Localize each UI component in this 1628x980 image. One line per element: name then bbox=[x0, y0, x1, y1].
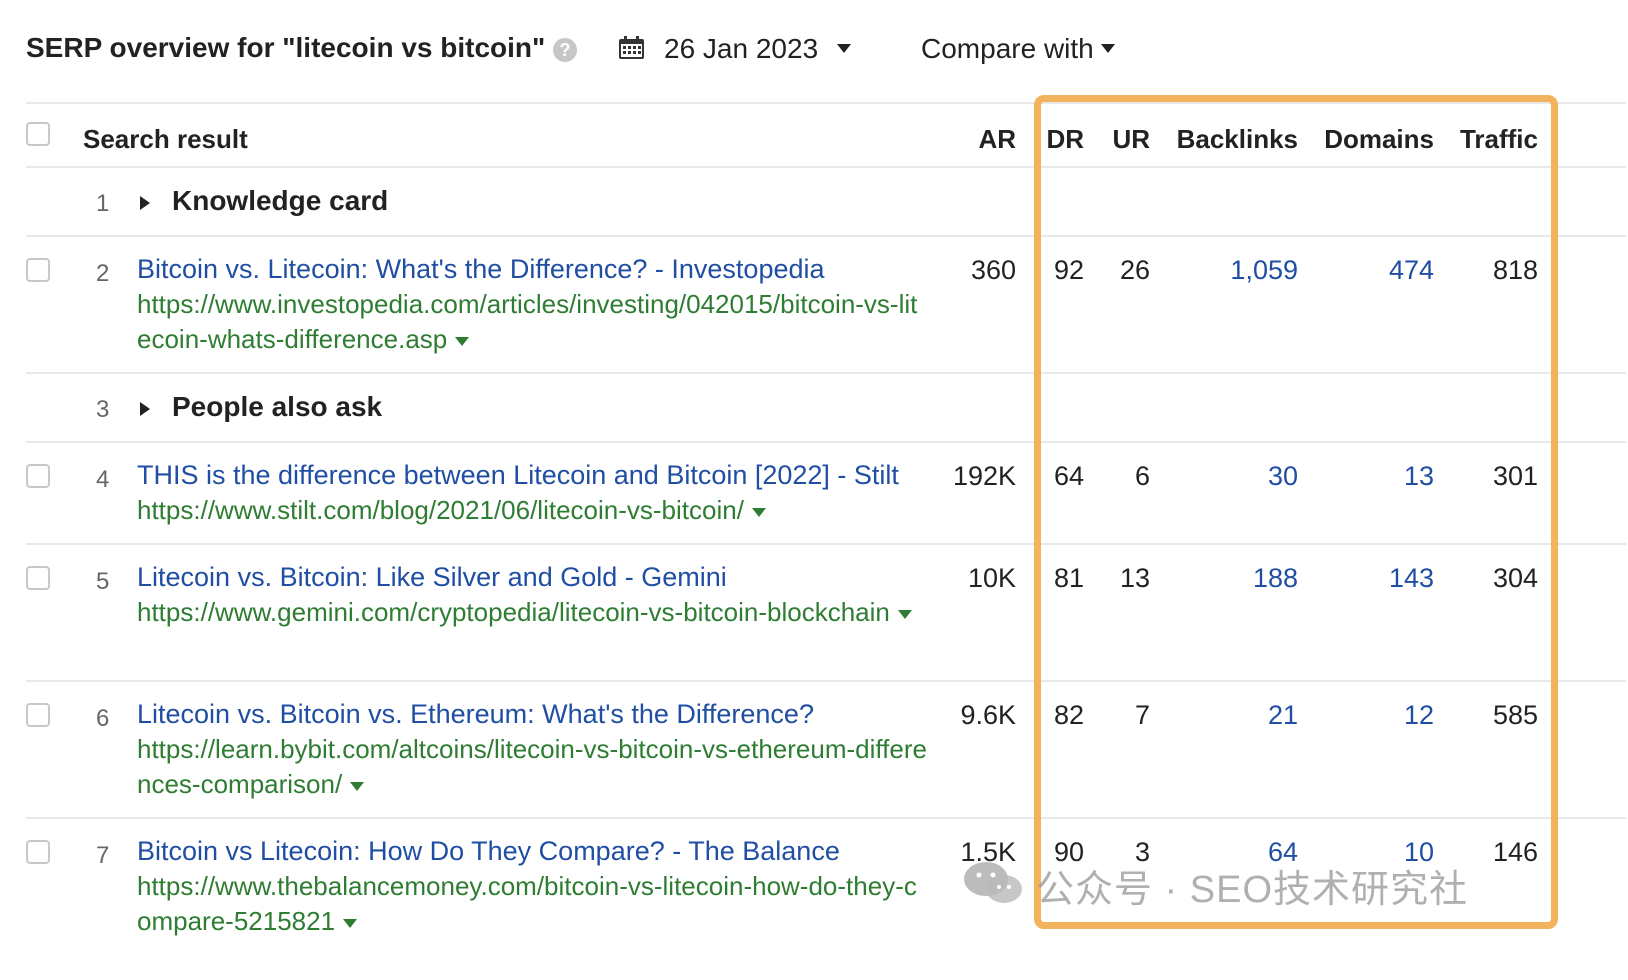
backlinks-link[interactable]: 30 bbox=[1150, 461, 1298, 492]
column-header-backlinks[interactable]: Backlinks bbox=[1150, 124, 1298, 155]
traffic-value: 818 bbox=[1492, 255, 1538, 285]
result-title-link[interactable]: Litecoin vs. Bitcoin: Like Silver and Go… bbox=[137, 562, 727, 593]
dr-value: 64 bbox=[1053, 461, 1084, 491]
result-url-text[interactable]: https://learn.bybit.com/altcoins/litecoi… bbox=[137, 734, 927, 799]
select-all-checkbox[interactable] bbox=[26, 122, 50, 146]
calendar-icon bbox=[619, 36, 644, 59]
row-checkbox[interactable] bbox=[26, 840, 50, 864]
row-checkbox[interactable] bbox=[26, 566, 50, 590]
result-title-link[interactable]: THIS is the difference between Litecoin … bbox=[137, 460, 899, 491]
result-title-link[interactable]: Litecoin vs. Bitcoin vs. Ethereum: What'… bbox=[137, 699, 814, 730]
result-url[interactable]: https://www.thebalancemoney.com/bitcoin-… bbox=[137, 869, 927, 939]
row-checkbox[interactable] bbox=[26, 464, 50, 488]
divider bbox=[26, 372, 1626, 374]
row-position: 6 bbox=[96, 705, 110, 732]
divider bbox=[26, 680, 1626, 682]
page-title: SERP overview for "litecoin vs bitcoin" bbox=[26, 32, 546, 63]
column-header-domains[interactable]: Domains bbox=[1298, 124, 1434, 155]
divider bbox=[26, 543, 1626, 545]
result-url-text[interactable]: https://www.investopedia.com/articles/in… bbox=[137, 289, 917, 354]
column-header-traffic[interactable]: Traffic bbox=[1434, 124, 1538, 155]
domains-link[interactable]: 474 bbox=[1298, 255, 1434, 286]
divider bbox=[26, 102, 1626, 104]
traffic-value: 301 bbox=[1492, 461, 1538, 491]
divider bbox=[26, 166, 1626, 168]
result-url[interactable]: https://www.investopedia.com/articles/in… bbox=[137, 287, 927, 357]
result-url-text[interactable]: https://www.stilt.com/blog/2021/06/litec… bbox=[137, 495, 744, 525]
chevron-down-icon bbox=[837, 44, 851, 53]
ur-value: 6 bbox=[1134, 461, 1150, 491]
column-header-search-result[interactable]: Search result bbox=[83, 124, 248, 155]
compare-with-label: Compare with bbox=[921, 33, 1094, 64]
domains-link[interactable]: 13 bbox=[1298, 461, 1434, 492]
row-position: 7 bbox=[96, 842, 110, 869]
group-label[interactable]: Knowledge card bbox=[172, 185, 388, 217]
caret-down-icon[interactable] bbox=[343, 918, 358, 928]
traffic-value: 304 bbox=[1492, 563, 1538, 593]
row-position: 2 bbox=[96, 260, 110, 287]
ar-value: 9.6K bbox=[960, 700, 1016, 730]
row-checkbox[interactable] bbox=[26, 258, 50, 282]
caret-down-icon[interactable] bbox=[350, 781, 365, 791]
caret-down-icon[interactable] bbox=[751, 507, 766, 517]
divider bbox=[26, 817, 1626, 819]
domains-link[interactable]: 143 bbox=[1298, 563, 1434, 594]
top-bar: SERP overview for "litecoin vs bitcoin" … bbox=[26, 28, 1606, 68]
result-title-link[interactable]: Bitcoin vs Litecoin: How Do They Compare… bbox=[137, 836, 840, 867]
dr-value: 82 bbox=[1053, 700, 1084, 730]
ar-value: 10K bbox=[967, 563, 1016, 593]
backlinks-link[interactable]: 1,059 bbox=[1150, 255, 1298, 286]
dr-value: 81 bbox=[1053, 563, 1084, 593]
highlight-frame bbox=[1034, 95, 1558, 929]
row-position: 5 bbox=[96, 568, 110, 595]
domains-link[interactable]: 10 bbox=[1298, 837, 1434, 868]
column-header-dr[interactable]: DR bbox=[1016, 124, 1084, 155]
column-header-ur[interactable]: UR bbox=[1084, 124, 1150, 155]
backlinks-link[interactable]: 64 bbox=[1150, 837, 1298, 868]
ar-value: 360 bbox=[970, 255, 1016, 285]
backlinks-link[interactable]: 188 bbox=[1150, 563, 1298, 594]
result-url-text[interactable]: https://www.thebalancemoney.com/bitcoin-… bbox=[137, 871, 917, 936]
row-position: 1 bbox=[96, 190, 110, 217]
row-position: 4 bbox=[96, 466, 110, 493]
result-url[interactable]: https://learn.bybit.com/altcoins/litecoi… bbox=[137, 732, 927, 802]
date-value: 26 Jan 2023 bbox=[664, 33, 819, 64]
ar-value: 1.5K bbox=[960, 837, 1016, 867]
dr-value: 90 bbox=[1053, 837, 1084, 867]
result-url-text[interactable]: https://www.gemini.com/cryptopedia/litec… bbox=[137, 597, 890, 627]
chevron-down-icon bbox=[1101, 44, 1115, 53]
result-url[interactable]: https://www.gemini.com/cryptopedia/litec… bbox=[137, 595, 927, 630]
row-position: 3 bbox=[96, 396, 110, 423]
backlinks-link[interactable]: 21 bbox=[1150, 700, 1298, 731]
traffic-value: 146 bbox=[1492, 837, 1538, 867]
ur-value: 13 bbox=[1119, 563, 1150, 593]
caret-down-icon[interactable] bbox=[455, 336, 470, 346]
caret-down-icon[interactable] bbox=[897, 609, 912, 619]
traffic-value: 585 bbox=[1492, 700, 1538, 730]
result-title-link[interactable]: Bitcoin vs. Litecoin: What's the Differe… bbox=[137, 254, 825, 285]
divider bbox=[26, 235, 1626, 237]
ar-value: 192K bbox=[952, 461, 1016, 491]
result-url[interactable]: https://www.stilt.com/blog/2021/06/litec… bbox=[137, 493, 927, 528]
row-checkbox[interactable] bbox=[26, 703, 50, 727]
expand-triangle-icon[interactable] bbox=[140, 402, 150, 416]
group-label[interactable]: People also ask bbox=[172, 391, 382, 423]
ur-value: 3 bbox=[1134, 837, 1150, 867]
expand-triangle-icon[interactable] bbox=[140, 196, 150, 210]
ur-value: 7 bbox=[1134, 700, 1150, 730]
divider bbox=[26, 441, 1626, 443]
dr-value: 92 bbox=[1053, 255, 1084, 285]
question-circle-icon[interactable]: ? bbox=[553, 38, 577, 62]
ur-value: 26 bbox=[1119, 255, 1150, 285]
column-header-ar[interactable]: AR bbox=[926, 124, 1016, 155]
domains-link[interactable]: 12 bbox=[1298, 700, 1434, 731]
